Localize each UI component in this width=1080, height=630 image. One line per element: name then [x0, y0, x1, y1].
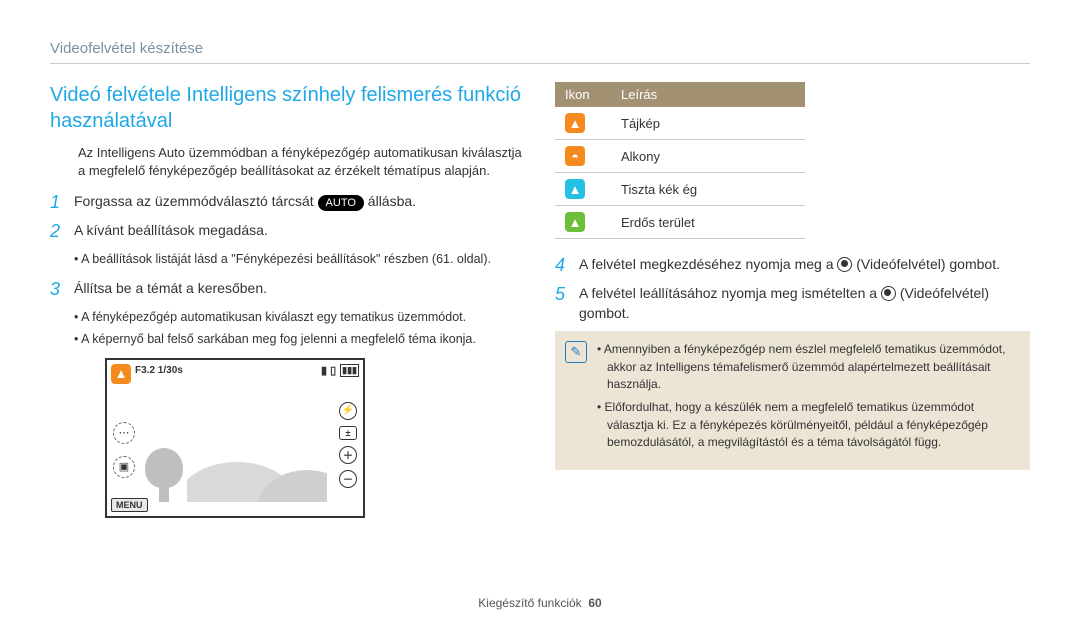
exposure-comp-icon: ±: [339, 426, 357, 440]
step-text: Forgassa az üzemmódválasztó tárcsát: [74, 193, 318, 209]
status-icons: ▮ ▯ ▮▮▮: [321, 364, 359, 377]
section-title: Videó felvétele Intelligens színhely fel…: [50, 82, 525, 134]
step-5: 5 A felvétel leállításához nyomja meg is…: [555, 284, 1030, 323]
camera-preview-illustration: ▲ F3.2 1/30s ▮ ▯ ▮▮▮ ⚡ ± ＋ － ⋯ ▣: [105, 358, 365, 518]
table-row: ▲ Tájkép: [555, 107, 805, 140]
auto-mode-icon: AUTO: [318, 195, 364, 211]
note-icon: ✎: [565, 341, 587, 363]
table-row: ▲ Tiszta kék ég: [555, 173, 805, 206]
step-text: A kívánt beállítások megadása.: [74, 221, 525, 242]
table-row: ▲ Erdős terület: [555, 206, 805, 239]
note-item: Előfordulhat, hogy a készülék nem a megf…: [597, 399, 1016, 451]
step-text: (Videófelvétel) gombot.: [856, 256, 1000, 272]
step-number: 2: [50, 221, 74, 242]
scene-icon: ◓: [565, 146, 585, 166]
step-text: állásba.: [368, 193, 416, 209]
record-icon: [837, 257, 852, 272]
flash-icon: ⚡: [339, 402, 357, 420]
step-number: 3: [50, 279, 74, 300]
mode-ring-icon: ⋯: [113, 422, 135, 444]
step-number: 1: [50, 192, 74, 213]
step-text: Állítsa be a témát a keresőben.: [74, 279, 525, 300]
intro-paragraph: Az Intelligens Auto üzemmódban a fénykép…: [78, 144, 525, 180]
drive-ring-icon: ▣: [113, 456, 135, 478]
scene-label: Erdős terület: [611, 206, 805, 239]
footer-section: Kiegészítő funkciók: [478, 596, 581, 610]
scene-label: Tiszta kék ég: [611, 173, 805, 206]
step-2-sub: A beállítások listáját lásd a "Fényképez…: [74, 250, 525, 268]
step-3: 3 Állítsa be a témát a keresőben.: [50, 279, 525, 300]
step-3-sub2: A képernyő bal felső sarkában meg fog je…: [74, 330, 525, 348]
step-text: A felvétel leállításához nyomja meg ismé…: [579, 285, 881, 301]
step-4: 4 A felvétel megkezdéséhez nyomja meg a …: [555, 255, 1030, 276]
scene-icon-table: Ikon Leírás ▲ Tájkép ◓ Alkony ▲ Tiszta kék ég…: [555, 82, 805, 239]
hills-graphic: [187, 444, 327, 502]
scene-label: Alkony: [611, 140, 805, 173]
step-3-sub1: A fényképezőgép automatikusan kiválaszt …: [74, 308, 525, 326]
step-number: 5: [555, 284, 579, 323]
left-column: Videó felvétele Intelligens színhely fel…: [50, 82, 525, 586]
scene-icon: ▲: [565, 179, 585, 199]
note-box: ✎ Amennyiben a fényképezőgép nem észlel …: [555, 331, 1030, 469]
step-1: 1 Forgassa az üzemmódválasztó tárcsát AU…: [50, 192, 525, 213]
page-header: Videofelvétel készítése: [50, 40, 1030, 64]
note-item: Amennyiben a fényképezőgép nem észlel me…: [597, 341, 1016, 393]
step-number: 4: [555, 255, 579, 276]
scene-label: Tájkép: [611, 107, 805, 140]
record-icon: [881, 286, 896, 301]
page-number: 60: [588, 596, 601, 610]
step-2: 2 A kívánt beállítások megadása.: [50, 221, 525, 242]
step-text: A felvétel megkezdéséhez nyomja meg a: [579, 256, 837, 272]
scene-icon: ▲: [565, 212, 585, 232]
th-icon: Ikon: [555, 82, 611, 107]
scene-icon: ▲: [565, 113, 585, 133]
right-column: Ikon Leírás ▲ Tájkép ◓ Alkony ▲ Tiszta kék ég…: [555, 82, 1030, 586]
zoom-out-icon: －: [339, 470, 357, 488]
th-desc: Leírás: [611, 82, 805, 107]
page-footer: Kiegészítő funkciók 60: [50, 586, 1030, 610]
zoom-in-icon: ＋: [339, 446, 357, 464]
table-row: ◓ Alkony: [555, 140, 805, 173]
menu-button-graphic: MENU: [111, 498, 148, 512]
tree-graphic: [145, 448, 183, 502]
